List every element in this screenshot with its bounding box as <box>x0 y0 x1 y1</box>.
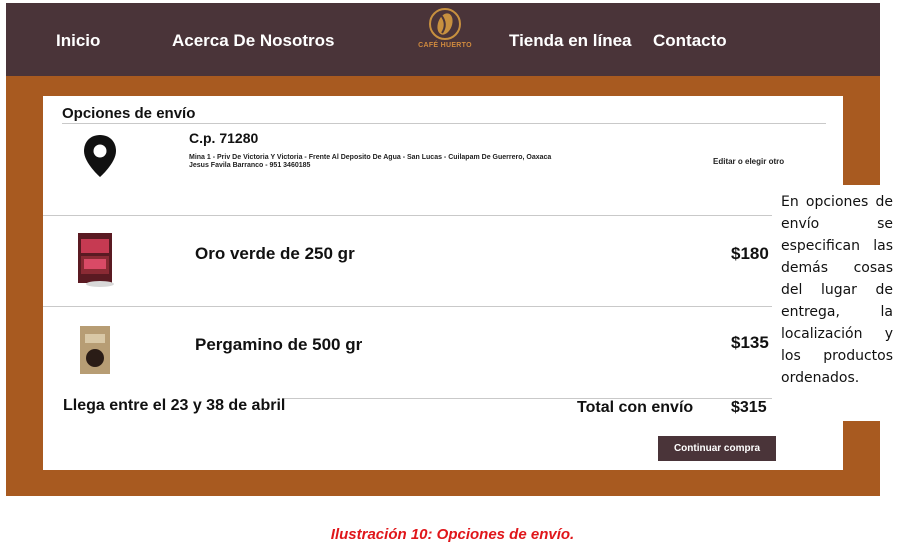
logo-text: CAFÉ HUERTO <box>418 42 472 49</box>
total-label: Total con envío <box>577 399 694 416</box>
product-name: Pergamino de 500 gr <box>195 335 363 354</box>
address-line-2: Jesus Favila Barranco - 951 3460185 <box>189 162 311 169</box>
nav-acerca[interactable]: Acerca De Nosotros <box>172 31 335 51</box>
delivery-estimate: Llega entre el 23 y 38 de abril <box>63 397 286 414</box>
coffee-bean-icon <box>429 8 461 40</box>
postal-code: C.p. 71280 <box>189 130 259 146</box>
address-line-1: Mina 1 - Priv De Victoria Y Victoria - F… <box>189 154 552 161</box>
navbar: Inicio Acerca De Nosotros CAFÉ HUERTO Ti… <box>6 3 880 76</box>
section-title: Opciones de envío <box>62 105 196 122</box>
annotation-note: En opciones de envío se especifican las … <box>772 185 897 421</box>
product-price: $135 <box>731 333 769 352</box>
divider <box>43 306 843 307</box>
figure-caption: Ilustración 10: Opciones de envío. <box>330 526 575 543</box>
nav-contacto[interactable]: Contacto <box>653 31 727 51</box>
shipping-card: Opciones de envío C.p. 71280 Mina 1 - Pr… <box>43 96 843 470</box>
divider <box>43 215 843 216</box>
nav-inicio[interactable]: Inicio <box>56 31 100 51</box>
cafe-huerto-logo[interactable]: CAFÉ HUERTO <box>406 7 484 61</box>
product-image-pergamino <box>72 322 118 378</box>
total-value: $315 <box>731 399 767 416</box>
location-pin-icon <box>84 135 116 177</box>
product-image-oro-verde <box>70 231 120 288</box>
page-frame: Inicio Acerca De Nosotros CAFÉ HUERTO Ti… <box>6 3 880 496</box>
product-name: Oro verde de 250 gr <box>195 244 355 263</box>
shipping-address: Mina 1 - Priv De Victoria Y Victoria - F… <box>189 154 709 170</box>
product-price: $180 <box>731 244 769 263</box>
continue-button[interactable]: Continuar compra <box>658 436 776 461</box>
divider <box>282 398 782 399</box>
divider <box>62 123 826 124</box>
edit-address-link[interactable]: Editar o elegir otro <box>713 157 784 166</box>
nav-tienda[interactable]: Tienda en línea <box>509 31 632 51</box>
